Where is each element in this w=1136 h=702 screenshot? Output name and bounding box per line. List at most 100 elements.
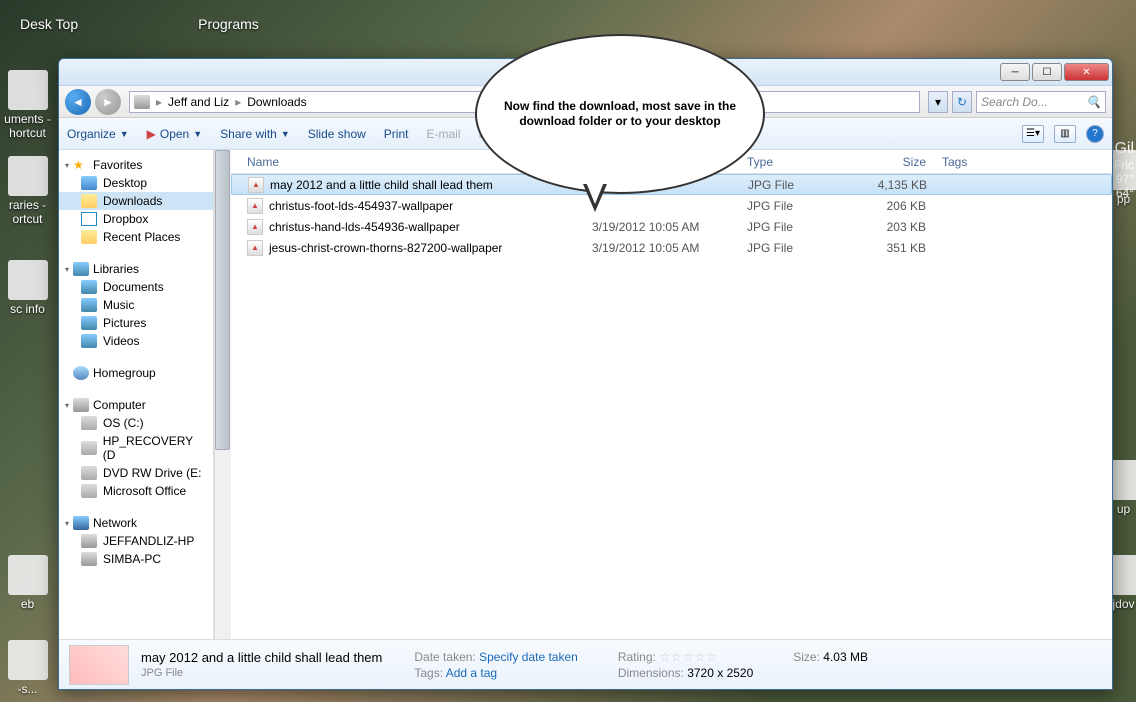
col-tags[interactable]: Tags bbox=[934, 155, 1014, 169]
sidebar: ▾★Favorites Desktop Downloads Dropbox Re… bbox=[59, 150, 214, 639]
sidebar-item-music[interactable]: Music bbox=[59, 296, 213, 314]
details-filetype: JPG File bbox=[141, 667, 382, 679]
file-list: ▲may 2012 and a little child shall lead … bbox=[231, 174, 1112, 639]
jpg-icon: ▲ bbox=[247, 219, 263, 235]
file-row[interactable]: ▲ christus-hand-lds-454936-wallpaper 3/19/… bbox=[231, 216, 1112, 237]
file-size: 351 KB bbox=[844, 241, 934, 255]
drive-icon bbox=[81, 441, 97, 455]
downloads-icon bbox=[81, 194, 97, 208]
address-dropdown[interactable]: ▾ bbox=[928, 91, 948, 113]
view-button[interactable]: ☰▾ bbox=[1022, 125, 1044, 143]
music-icon bbox=[81, 298, 97, 312]
minimize-button[interactable]: ─ bbox=[1000, 63, 1030, 81]
libraries-header[interactable]: ▾Libraries bbox=[59, 260, 213, 278]
documents-icon bbox=[81, 280, 97, 294]
file-type: JPG File bbox=[739, 220, 844, 234]
file-date: 3/19/2012 10:05 AM bbox=[584, 241, 739, 255]
organize-button[interactable]: Organize▼ bbox=[67, 127, 129, 141]
dimensions-value: 3720 x 2520 bbox=[687, 666, 753, 680]
favorites-header[interactable]: ▾★Favorites bbox=[59, 156, 213, 174]
scrollbar-thumb[interactable] bbox=[215, 150, 230, 450]
desktop-shortcut-libraries[interactable]: raries - ortcut bbox=[0, 156, 55, 226]
jpg-icon: ▲ bbox=[248, 177, 264, 193]
network-header[interactable]: ▾Network bbox=[59, 514, 213, 532]
maximize-button[interactable]: ☐ bbox=[1032, 63, 1062, 81]
computer-icon bbox=[73, 398, 89, 412]
sidebar-item-desktop[interactable]: Desktop bbox=[59, 174, 213, 192]
breadcrumb[interactable]: Jeff and Liz bbox=[168, 95, 229, 109]
weather-gadget[interactable]: Gil Fric 97° 64° bbox=[1114, 140, 1134, 200]
close-button[interactable]: ✕ bbox=[1064, 63, 1109, 81]
file-date: 3/19/2012 10:05 AM bbox=[584, 220, 739, 234]
sidebar-item-simba[interactable]: SIMBA-PC bbox=[59, 550, 213, 568]
instruction-callout: Now find the download, most save in the … bbox=[475, 34, 765, 194]
dropbox-icon bbox=[81, 212, 97, 226]
help-button[interactable]: ? bbox=[1086, 125, 1104, 143]
file-row[interactable]: ▲ jesus-christ-crown-thorns-827200-wallpa… bbox=[231, 237, 1112, 258]
open-button[interactable]: ▶Open▼ bbox=[147, 127, 203, 141]
pc-icon bbox=[81, 552, 97, 566]
date-taken-link[interactable]: Specify date taken bbox=[479, 650, 578, 664]
homegroup-header[interactable]: ▾Homegroup bbox=[59, 364, 213, 382]
slideshow-button[interactable]: Slide show bbox=[308, 127, 366, 141]
desktop-shortcut-s[interactable]: -s... bbox=[0, 640, 55, 696]
folder-icon bbox=[8, 156, 48, 196]
libraries-icon bbox=[73, 262, 89, 276]
file-icon bbox=[8, 260, 48, 300]
back-button[interactable]: ◄ bbox=[65, 89, 91, 115]
add-tag-link[interactable]: Add a tag bbox=[446, 666, 497, 680]
computer-icon bbox=[134, 95, 150, 109]
search-icon: 🔍 bbox=[1086, 95, 1101, 109]
sidebar-item-downloads[interactable]: Downloads bbox=[59, 192, 213, 210]
sidebar-item-dropbox[interactable]: Dropbox bbox=[59, 210, 213, 228]
jpg-icon: ▲ bbox=[247, 198, 263, 214]
file-icon bbox=[8, 640, 48, 680]
label-programs: Programs bbox=[198, 16, 259, 38]
preview-pane-button[interactable]: ▥ bbox=[1054, 125, 1076, 143]
share-button[interactable]: Share with▼ bbox=[220, 127, 290, 141]
email-button[interactable]: E-mail bbox=[426, 127, 460, 141]
print-button[interactable]: Print bbox=[384, 127, 409, 141]
file-size: 206 KB bbox=[844, 199, 934, 213]
file-size: 203 KB bbox=[844, 220, 934, 234]
size-value: 4.03 MB bbox=[823, 650, 868, 664]
file-type: JPG File bbox=[739, 241, 844, 255]
file-row[interactable]: ▲ christus-foot-lds-454937-wallpaper JPG F… bbox=[231, 195, 1112, 216]
file-name: christus-hand-lds-454936-wallpaper bbox=[269, 220, 460, 234]
sidebar-item-dvd[interactable]: DVD RW Drive (E: bbox=[59, 464, 213, 482]
desktop-shortcut-eb[interactable]: eb bbox=[0, 555, 55, 611]
file-name: jesus-christ-crown-thorns-827200-wallpap… bbox=[269, 241, 502, 255]
sidebar-item-pictures[interactable]: Pictures bbox=[59, 314, 213, 332]
rating-stars[interactable]: ☆☆☆☆☆ bbox=[659, 650, 718, 664]
sidebar-item-videos[interactable]: Videos bbox=[59, 332, 213, 350]
folder-icon bbox=[81, 230, 97, 244]
breadcrumb[interactable]: Downloads bbox=[247, 95, 306, 109]
file-size: 4,135 KB bbox=[845, 178, 935, 192]
folder-icon bbox=[8, 70, 48, 110]
drive-icon bbox=[81, 416, 97, 430]
computer-header[interactable]: ▾Computer bbox=[59, 396, 213, 414]
refresh-button[interactable]: ↻ bbox=[952, 91, 972, 113]
sidebar-item-jeffandliz[interactable]: JEFFANDLIZ-HP bbox=[59, 532, 213, 550]
sidebar-item-office[interactable]: Microsoft Office bbox=[59, 482, 213, 500]
sidebar-item-recent[interactable]: Recent Places bbox=[59, 228, 213, 246]
sidebar-item-documents[interactable]: Documents bbox=[59, 278, 213, 296]
sidebar-item-osc[interactable]: OS (C:) bbox=[59, 414, 213, 432]
sidebar-scrollbar[interactable] bbox=[214, 150, 231, 639]
file-pane: Name Date Type Size Tags ▲may 2012 and a… bbox=[231, 150, 1112, 639]
dvd-icon bbox=[81, 466, 97, 480]
file-type: JPG File bbox=[739, 199, 844, 213]
label-desktop: Desk Top bbox=[20, 16, 78, 38]
videos-icon bbox=[81, 334, 97, 348]
col-size[interactable]: Size bbox=[844, 155, 934, 169]
desktop-shortcut-documents[interactable]: uments - hortcut bbox=[0, 70, 55, 140]
desktop-shortcut-scinfo[interactable]: sc info bbox=[0, 260, 55, 316]
pictures-icon bbox=[81, 316, 97, 330]
file-icon bbox=[8, 555, 48, 595]
sidebar-item-recovery[interactable]: HP_RECOVERY (D bbox=[59, 432, 213, 464]
file-name: christus-foot-lds-454937-wallpaper bbox=[269, 199, 453, 213]
forward-button[interactable]: ► bbox=[95, 89, 121, 115]
details-filename: may 2012 and a little child shall lead t… bbox=[141, 650, 382, 665]
search-input[interactable]: Search Do... 🔍 bbox=[976, 91, 1106, 113]
jpg-icon: ▲ bbox=[247, 240, 263, 256]
